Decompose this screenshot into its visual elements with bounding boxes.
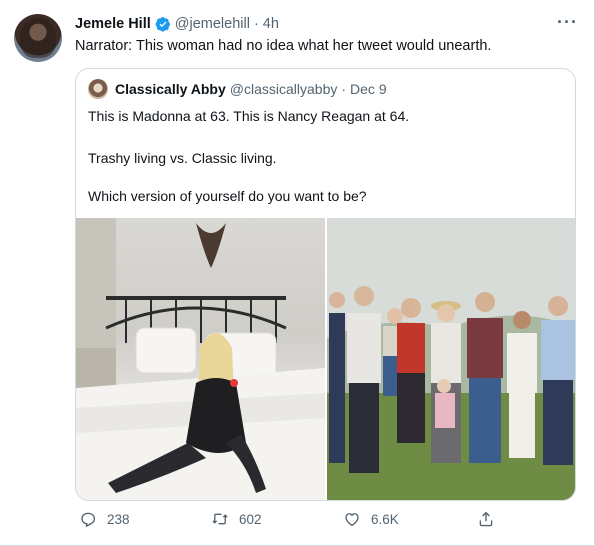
bedroom-photo-illustration <box>76 218 325 500</box>
photo-right[interactable] <box>327 218 575 500</box>
tweet-header: Jemele Hill @jemelehill · 4h <box>75 15 279 33</box>
quoted-text-line-3: Which version of yourself do you want to… <box>88 188 367 204</box>
quoted-tweet[interactable]: Classically Abby @classicallyabby · Dec … <box>75 68 576 501</box>
photo-left[interactable] <box>76 218 325 500</box>
retweet-icon <box>212 513 228 525</box>
verified-badge-icon <box>155 17 170 32</box>
family-photo-illustration <box>327 218 575 500</box>
avatar[interactable] <box>14 14 62 62</box>
more-options-icon[interactable]: ··· <box>557 12 578 33</box>
reply-button[interactable]: 238 <box>79 510 130 528</box>
author-handle[interactable]: @jemelehill <box>175 16 250 32</box>
like-button[interactable]: 6.6K <box>343 510 399 528</box>
heart-icon <box>345 513 359 527</box>
like-count: 6.6K <box>371 511 399 527</box>
quoted-text-line-1: This is Madonna at 63. This is Nancy Rea… <box>88 108 410 124</box>
retweet-button[interactable]: 602 <box>211 510 262 528</box>
action-bar: 238 602 6.6K <box>75 510 505 534</box>
tweet-card[interactable]: Jemele Hill @jemelehill · 4h ··· Narrato… <box>0 0 595 546</box>
retweet-count: 602 <box>239 511 262 527</box>
tweet-text: Narrator: This woman had no idea what he… <box>75 38 492 54</box>
quoted-text-line-2: Trashy living vs. Classic living. <box>88 150 277 166</box>
tweet-timestamp[interactable]: 4h <box>263 16 279 32</box>
quoted-tweet-header: Classically Abby @classicallyabby · Dec … <box>88 79 387 99</box>
quoted-avatar <box>88 79 108 99</box>
quoted-separator-dot: · <box>341 81 347 97</box>
quoted-author-handle: @classicallyabby <box>229 81 338 97</box>
share-icon <box>479 511 493 527</box>
share-button[interactable] <box>477 510 495 528</box>
quoted-author-name: Classically Abby <box>115 81 226 97</box>
author-name[interactable]: Jemele Hill <box>75 16 151 32</box>
reply-count: 238 <box>107 511 130 527</box>
reply-icon <box>81 512 96 528</box>
separator-dot: · <box>253 16 259 32</box>
quoted-media <box>76 218 575 500</box>
quoted-timestamp: Dec 9 <box>350 81 387 97</box>
